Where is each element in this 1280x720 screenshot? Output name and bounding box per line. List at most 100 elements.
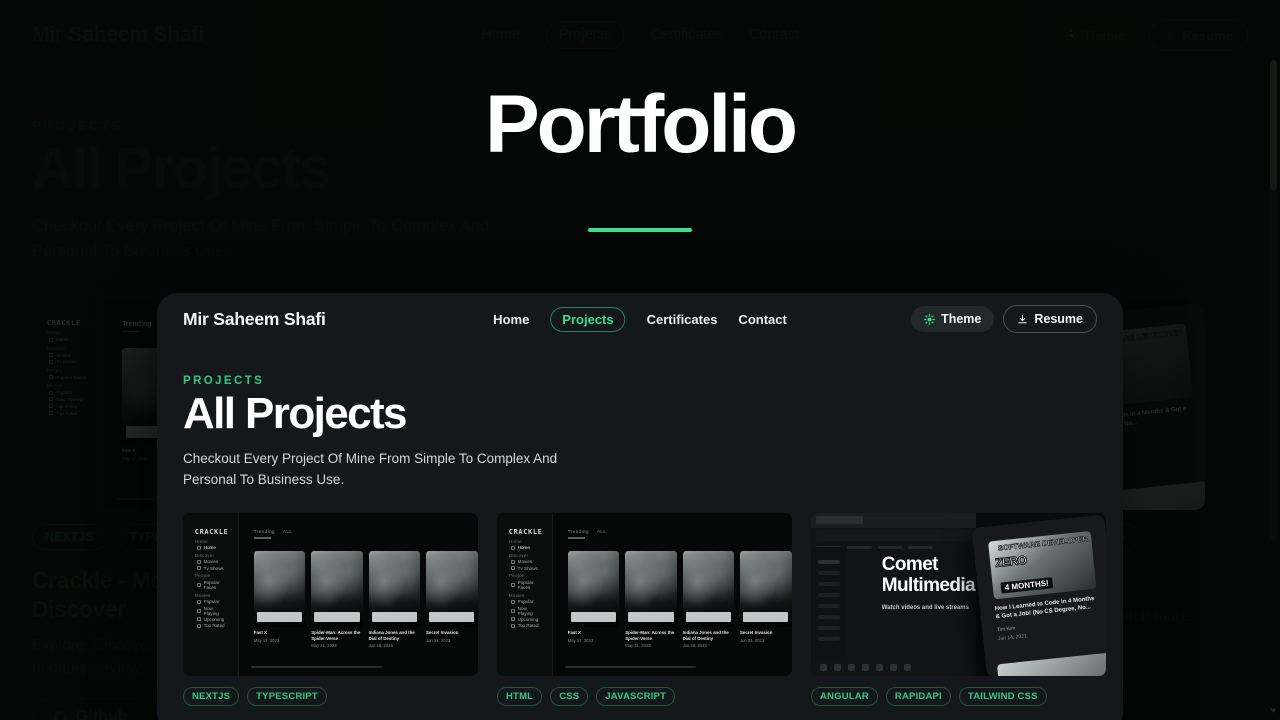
face-icon: [196, 582, 201, 587]
crackle-sidebar-item[interactable]: Top Rated: [509, 623, 540, 628]
background-nav-home[interactable]: Home: [481, 27, 520, 43]
movie-poster: [368, 551, 421, 628]
tv-icon: [49, 359, 54, 364]
crackle-title-underline: [253, 537, 271, 539]
crackle-sidebar-item[interactable]: Movies: [195, 559, 226, 564]
background-nav-contact[interactable]: Contact: [749, 27, 799, 43]
crackle-sidebar-item[interactable]: Movies: [509, 559, 540, 564]
background-nav-certificates[interactable]: Certificates: [650, 27, 723, 43]
crackle-scrollbar[interactable]: [564, 666, 697, 668]
background-nav-projects[interactable]: Projects: [545, 21, 625, 49]
film-icon: [49, 353, 54, 358]
background-brand[interactable]: Mir Saheem Shafi: [32, 23, 204, 47]
comet-sidebar: [811, 547, 848, 663]
play-icon: [510, 608, 515, 613]
project-grid: CRACKLE Home Home Discover Movies Tv Sho…: [157, 513, 1123, 707]
thumb-role-text: SOFTWARE DEVELOPER: [997, 534, 1089, 553]
comet-preview: Comet Multimedia Watch videos and live s…: [811, 513, 1106, 677]
scroll-down-arrow[interactable]: [1268, 703, 1279, 714]
comet-video-thumbnail-secondary[interactable]: [996, 650, 1106, 677]
crackle-sidebar-item[interactable]: Popular: [195, 599, 226, 604]
github-label: Github: [76, 708, 128, 720]
crackle-sidebar-item[interactable]: Home: [509, 545, 540, 550]
crackle-sidebar-item[interactable]: Tv Shows: [195, 566, 226, 571]
crackle-movie-card[interactable]: Fast XMay 17, 2023: [253, 551, 306, 648]
background-navbar: Mir Saheem Shafi Home Projects Certifica…: [0, 16, 1280, 54]
comet-tagline: Watch videos and live streams: [881, 605, 969, 612]
crackle-group-label: Movies: [47, 383, 63, 389]
crackle-sidebar-item[interactable]: Popular Faces: [509, 580, 540, 590]
browser-url-bar[interactable]: [815, 529, 973, 542]
crackle-sidebar-item[interactable]: Upcoming: [195, 617, 226, 622]
crackle-sidebar-item[interactable]: Home: [195, 545, 226, 550]
project-tag: ANGULAR: [811, 687, 878, 707]
calendar-icon: [49, 404, 54, 409]
theme-button[interactable]: Theme: [911, 306, 995, 332]
crackle-movie-card[interactable]: Secret InvasionJun 21, 2023: [425, 551, 478, 648]
face-icon: [510, 582, 515, 587]
title-underline: [588, 228, 692, 232]
crackle-movie-card[interactable]: Spider-Man: Across the Spider-VerseMay 3…: [625, 551, 677, 648]
crackle-sidebar-item[interactable]: Popular: [509, 599, 540, 604]
comet-title-line1: Comet: [881, 554, 939, 576]
crackle-sidebar-item[interactable]: Top Rated: [195, 623, 226, 628]
crackle-sidebar-item[interactable]: Upcoming: [47, 404, 87, 409]
nav-item-projects[interactable]: Projects: [550, 306, 626, 332]
resume-button[interactable]: Resume: [1003, 305, 1097, 333]
screenshot-stage: Mir Saheem Shafi Home Projects Certifica…: [0, 0, 1280, 720]
film-icon: [510, 559, 515, 564]
crackle-movie-card[interactable]: Secret InvasionJun 21, 2023: [739, 551, 792, 648]
home-icon: [196, 545, 201, 550]
nav-item-certificates[interactable]: Certificates: [647, 312, 718, 327]
project-tag: JAVASCRIPT: [596, 687, 676, 707]
project-card[interactable]: Comet Multimedia Watch videos and live s…: [811, 513, 1106, 707]
tv-icon: [510, 566, 515, 571]
crackle-sidebar-item[interactable]: Movies: [47, 353, 87, 358]
project-tag: CSS: [550, 687, 589, 707]
nav-item-home[interactable]: Home: [493, 312, 529, 327]
nav-item-contact[interactable]: Contact: [738, 312, 786, 327]
crackle-sidebar-item[interactable]: Popular: [47, 390, 87, 395]
project-card[interactable]: CRACKLE Home Home Discover Movies Tv Sho…: [183, 513, 478, 707]
crackle-title-underline: [567, 537, 585, 539]
overlay-title-block: Portfolio: [0, 84, 1280, 232]
crackle-movie-card[interactable]: Fast XMay 17, 2023: [567, 551, 620, 648]
project-card[interactable]: CRACKLE Home Home Discover Movies Tv Sho…: [497, 513, 792, 707]
crackle-movie-card[interactable]: Spider-Man: Across the Spider-VerseMay 3…: [311, 551, 363, 648]
crackle-sidebar-item[interactable]: Now Playing: [195, 606, 226, 616]
crackle-sidebar: CRACKLE Home Home Discover Movies Tv Sho…: [32, 300, 104, 510]
crackle-sidebar-item[interactable]: Now Playing: [509, 606, 540, 616]
background-theme-label: Theme: [1083, 27, 1126, 43]
project-tag: TYPESCRIPT: [247, 687, 327, 707]
crackle-main: TrendingALL Fast XMay 17, 2023 Spider-Ma…: [553, 513, 792, 676]
background-theme-button[interactable]: Theme: [1051, 20, 1140, 50]
crackle-sidebar-item[interactable]: Popular Faces: [195, 580, 226, 590]
crackle-group-label: Home: [47, 330, 61, 336]
browser-tab[interactable]: [816, 516, 863, 525]
crackle-title-underline: [122, 330, 139, 333]
movie-poster: [739, 551, 792, 628]
project-tags: ANGULAR RAPIDAPI TAILWIND CSS: [811, 687, 1106, 707]
crackle-sidebar-item[interactable]: Home: [47, 337, 87, 342]
crackle-preview: CRACKLE Home Home Discover Movies Tv Sho…: [183, 513, 478, 677]
crackle-logo: CRACKLE: [508, 527, 543, 536]
crackle-sidebar-item[interactable]: Tv Shows: [509, 566, 540, 571]
film-icon: [196, 559, 201, 564]
brand-logo[interactable]: Mir Saheem Shafi: [183, 309, 326, 330]
crackle-movie-row: Fast XMay 17, 2023 Spider-Man: Across th…: [567, 551, 792, 648]
crackle-movie-card[interactable]: Indiana Jones and the Dial of DestinyJun…: [368, 551, 421, 648]
crackle-sidebar-item[interactable]: Upcoming: [509, 617, 540, 622]
comet-video-thumbnail[interactable]: ZERO SOFTWARE DEVELOPER 4 MONTHS!: [987, 530, 1097, 600]
github-button[interactable]: Github: [32, 698, 149, 720]
crackle-sidebar-item[interactable]: Now Playing: [47, 397, 87, 402]
crackle-sidebar-item[interactable]: Tv Shows: [47, 359, 87, 364]
crackle-sidebar-item[interactable]: Top Rated: [47, 411, 87, 416]
crackle-logo: CRACKLE: [194, 527, 229, 536]
crackle-group-label: Movies: [508, 592, 525, 598]
crackle-sidebar-item[interactable]: Popular Faces: [47, 375, 87, 380]
background-resume-button[interactable]: Resume: [1149, 19, 1248, 51]
background-nav-links: Home Projects Certificates Contact: [481, 21, 799, 49]
crackle-scrollbar[interactable]: [250, 666, 383, 668]
project-tags: HTML CSS JAVASCRIPT: [497, 687, 792, 707]
crackle-movie-card[interactable]: Indiana Jones and the Dial of DestinyJun…: [682, 551, 735, 648]
